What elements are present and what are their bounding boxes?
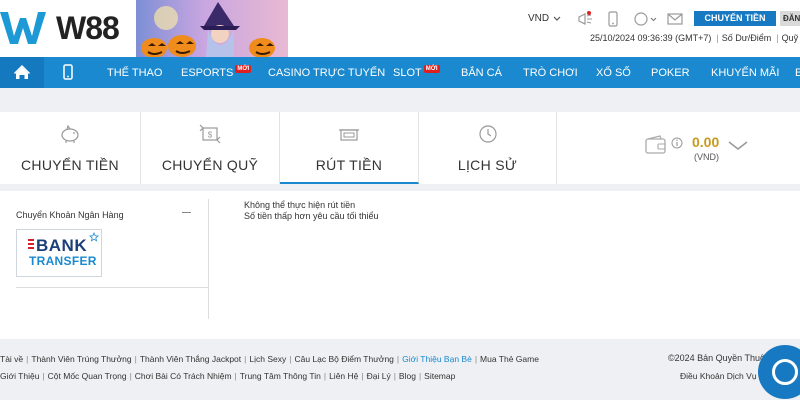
nav-item-lottery[interactable]: XỔ SỐ <box>596 67 631 79</box>
footer-links-row-2: Giới Thiệu | Cột Mốc Quan Trọng | Chơi Bài C… <box>0 371 456 381</box>
nav-item-esports[interactable]: ESPORTS MỚI <box>181 65 252 79</box>
mobile-phone-icon <box>63 64 73 80</box>
new-badge: MỚI <box>235 65 252 73</box>
footer-link[interactable]: Lịch Sexy <box>249 354 286 364</box>
divider <box>16 287 209 288</box>
withdraw-panel: Chuyển Khoản Ngân Hàng BANK TRANSFER Khô… <box>0 191 800 339</box>
nav-item-live-casino[interactable]: CASINO TRỰC TUYẾN <box>268 67 385 79</box>
tab-withdraw[interactable]: RÚT TIỀN <box>280 112 419 184</box>
footer-link[interactable]: Thành Viên Trúng Thưởng <box>31 354 131 364</box>
footer-link[interactable]: Cột Mốc Quan Trọng <box>48 371 127 381</box>
currency-label: VND <box>528 13 550 24</box>
nav-home-button[interactable] <box>0 57 44 88</box>
tab-label: LỊCH SỬ <box>457 157 518 173</box>
footer-link[interactable]: Giới Thiệu <box>0 371 39 381</box>
piggy-bank-icon <box>61 124 79 143</box>
home-icon <box>13 64 31 79</box>
tab-history[interactable]: LỊCH SỬ <box>419 112 557 184</box>
info-icon[interactable] <box>671 137 683 149</box>
megaphone-icon[interactable] <box>576 10 594 28</box>
nav-item-sports[interactable]: THỂ THAO <box>107 67 162 79</box>
footer-link[interactable]: Tài về <box>0 354 23 364</box>
logo-text: W88 <box>56 9 120 46</box>
nav-item-fishing[interactable]: BẮN CÁ <box>461 67 502 79</box>
nav-mobile-button[interactable] <box>44 57 94 88</box>
bank-stripes-icon <box>28 239 34 252</box>
wallet-icon <box>645 135 666 154</box>
divider <box>208 199 209 319</box>
fund-label[interactable]: Quỹ $ <box>782 33 800 43</box>
star-icon <box>89 232 99 242</box>
main-navigation: THỂ THAO ESPORTS MỚI CASINO TRỰC TUYẾN SL… <box>0 57 800 88</box>
withdraw-icon <box>339 129 359 141</box>
footer-link[interactable]: Liên Hệ <box>329 371 358 381</box>
footer-link[interactable]: Trung Tâm Thông Tin <box>240 371 321 381</box>
nav-item-promotions[interactable]: KHUYẾN MÃI <box>711 67 779 79</box>
wallet-summary[interactable]: 0.00 (VND) <box>640 130 770 170</box>
terms-link[interactable]: Điều Khoản Dịch Vụ | C <box>680 371 770 381</box>
withdraw-minimum-message: Số tiền thấp hơn yêu cầu tối thiểu <box>244 211 379 221</box>
halloween-banner <box>136 0 288 57</box>
site-footer: Tài về | Thành Viên Trúng Thưởng | Thành Viê… <box>0 339 800 400</box>
footer-link[interactable]: Thành Viên Thắng Jackpot <box>140 354 241 364</box>
nav-item-poker[interactable]: POKER <box>651 67 690 79</box>
language-globe-icon[interactable] <box>632 10 658 28</box>
footer-link[interactable]: Chơi Bài Có Trách Nhiệm <box>135 371 232 381</box>
bank-card-main-text: BANK <box>36 236 88 255</box>
footer-link[interactable]: Câu Lạc Bộ Điểm Thưởng <box>294 354 393 364</box>
header-account-info: 25/10/2024 09:36:39 (GMT+7) | Số Dư/Điểm | Q… <box>590 33 800 43</box>
nav-item-slot[interactable]: SLOT MỚI <box>393 65 440 79</box>
nav-item-more[interactable]: E <box>795 67 800 79</box>
new-badge: MỚI <box>423 65 440 73</box>
history-icon <box>478 125 497 143</box>
collapse-icon[interactable] <box>182 212 191 213</box>
footer-link[interactable]: Mua Thẻ Game <box>480 354 539 364</box>
balance-label[interactable]: Số Dư/Điểm <box>722 33 772 43</box>
chevron-down-icon <box>553 16 561 21</box>
halloween-banner-icon <box>141 2 275 57</box>
withdraw-error-message: Không thể thực hiện rút tiền <box>244 200 356 210</box>
currency-selector[interactable]: VND <box>528 13 561 24</box>
footer-link-referral[interactable]: Giới Thiệu Bạn Bè <box>402 354 472 364</box>
mobile-phone-icon[interactable] <box>604 10 622 28</box>
wallet-balance: 0.00 <box>692 134 720 150</box>
footer-link[interactable]: Đại Lý <box>367 371 391 381</box>
site-header: W88 VND CHUYỂN TIỀN ĐĂN 25/10/2024 09:36… <box>0 0 800 57</box>
wallet-currency-unit: (VND) <box>694 152 719 162</box>
payment-method-title: Chuyển Khoản Ngân Hàng <box>16 210 124 220</box>
footer-link[interactable]: Blog <box>399 371 416 381</box>
login-button[interactable]: ĐĂN <box>780 11 800 26</box>
tab-deposit[interactable]: CHUYỂN TIỀN <box>0 112 141 184</box>
tab-label: RÚT TIỀN <box>315 157 383 173</box>
w88-logo-mark-icon <box>0 8 52 48</box>
tab-fund-transfer[interactable]: $ CHUYỂN QUỸ <box>141 112 280 184</box>
footer-links-row-1: Tài về | Thành Viên Trúng Thưởng | Thành Viê… <box>0 354 539 364</box>
svg-text:$: $ <box>208 131 213 140</box>
chevron-down-icon[interactable] <box>727 140 749 152</box>
mail-icon[interactable] <box>666 10 684 28</box>
datetime-text: 25/10/2024 09:36:39 (GMT+7) <box>590 33 712 43</box>
fund-transfer-icon: $ <box>199 124 221 144</box>
tab-label: CHUYỂN QUỸ <box>161 157 259 173</box>
funds-tabs: CHUYỂN TIỀN $ CHUYỂN QUỸ RÚT TIỀN LỊCH S… <box>0 112 800 184</box>
footer-link[interactable]: Sitemap <box>424 371 455 381</box>
nav-item-games[interactable]: TRÒ CHƠI <box>523 67 578 79</box>
tab-label: CHUYỂN TIỀN <box>21 157 119 173</box>
w88-logo[interactable]: W88 <box>0 8 120 48</box>
bank-card-sub-text: TRANSFER <box>29 254 97 268</box>
bank-transfer-option[interactable]: BANK TRANSFER <box>16 229 102 277</box>
header-transfer-button[interactable]: CHUYỂN TIỀN <box>694 11 776 26</box>
